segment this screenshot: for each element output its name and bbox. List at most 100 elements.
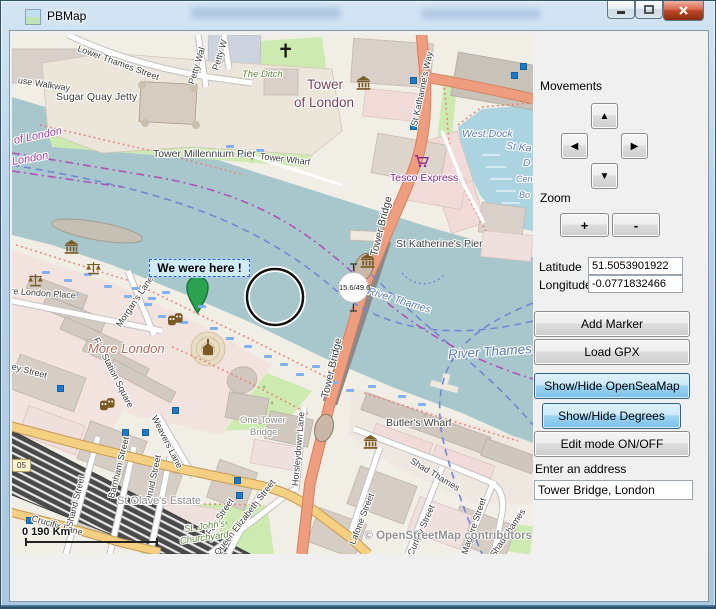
map-label: Tower Bridge [368,195,394,257]
map-label: Shand Street [64,475,86,528]
zoom-in-button[interactable]: + [560,213,609,237]
map-label: St Olave's Estate [117,495,201,507]
scale-text: 0 190 Km [22,526,70,538]
move-left-button[interactable]: ◀ [561,133,588,159]
map-label: One Tower [240,415,286,426]
seamap-dash [158,315,166,318]
map-label: Butler's Wharf [386,417,452,429]
seamap-dash [398,395,406,398]
map-label: St Katherine's Pier [396,238,483,250]
map-label: Curlew Street [405,503,436,554]
seamap-dash [312,365,320,368]
map-label: Tower Bridge [319,337,344,399]
close-button[interactable] [663,1,704,21]
map-label: Morgan's Lane [114,274,155,329]
seamap-dash [104,285,112,288]
titlebar-glass-blur [191,7,341,19]
maximize-button[interactable] [635,1,663,19]
seamap-dash [418,403,426,406]
map-label: River Thames [366,285,432,316]
move-right-button[interactable]: ▶ [621,133,648,159]
map-label: Barnham Street [106,436,131,500]
map-label: Tower Wharf [259,151,310,167]
seamark-icon [172,407,179,414]
map-label: Shad Thames [408,456,461,493]
marker-popup[interactable]: We were here ! [149,259,250,277]
seamark-icon [520,63,527,70]
map-label: Maguire Street [459,497,488,554]
close-icon [678,5,689,16]
seamark-icon [57,385,64,392]
map-label: Tesco Express [390,172,458,184]
latitude-input[interactable] [588,257,683,275]
seamap-dash [144,303,152,306]
app-icon [25,9,41,25]
map-label: River Thames [447,341,532,362]
map-label: More London [88,341,165,356]
titlebar-glass-blur [421,9,541,19]
map-label: Tower Millennium Pier [153,148,256,160]
toggle-openseamap-button[interactable]: Show/Hide OpenSeaMap [534,373,690,399]
address-label: Enter an address [535,462,626,476]
map-label: of London [294,95,354,110]
seamap-dash [148,297,156,300]
seamap-dash [296,373,304,376]
seamap-dash [64,279,72,282]
app-window: PBMap [0,0,716,609]
map-label: Bo [519,190,530,200]
masks-icon [100,397,116,413]
osm-attribution[interactable]: © OpenStreetMap contributors [360,530,532,542]
seamap-dash [162,291,170,294]
cross-icon [278,43,294,59]
seamap-dash [280,363,288,366]
map-label: Petty Wal [186,46,207,85]
map-label: St Katharine's Way [409,51,435,127]
map-label: Petty W [210,38,229,71]
move-down-button[interactable]: ▼ [591,163,618,189]
map-label: More London Place [12,285,76,300]
seamap-dash [198,305,206,308]
zoom-label: Zoom [540,191,571,205]
seamap-dash [264,355,272,358]
seamark-icon [142,429,149,436]
seamark-icon [234,477,241,484]
map-label: Horsleydown Lane [290,411,306,486]
latitude-label: Latitude [539,260,582,274]
seamap-dash [226,337,234,340]
seamark-icon [511,72,518,79]
map-label: West Dock [462,128,513,140]
map-label: D [523,157,531,169]
seamark-icon [410,77,417,84]
seamap-dash [346,389,354,392]
load-gpx-button[interactable]: Load GPX [534,339,690,365]
client-area: Puse WalkwayLower Thames StreetPetty Wal… [9,30,709,602]
bridge-clearance-badge: 15.6/49.6 [338,272,369,303]
edit-mode-button[interactable]: Edit mode ON/OFF [534,431,690,457]
maximize-icon [644,5,654,14]
road-ref-shield: 05 [12,459,31,472]
map-label: Sugar Quay Jetty [56,91,137,103]
address-input[interactable] [534,480,693,500]
map-label: Tower [307,77,343,92]
longitude-input[interactable] [588,275,683,293]
add-marker-button[interactable]: Add Marker [534,311,690,337]
map-label: The Ditch [242,69,283,80]
zoom-out-button[interactable]: - [612,213,660,237]
masks-icon [168,312,184,328]
movements-label: Movements [540,79,602,93]
toggle-degrees-button[interactable]: Show/Hide Degrees [542,403,681,429]
map-canvas[interactable]: Puse WalkwayLower Thames StreetPetty Wal… [12,35,533,554]
map-label: Bridge [250,427,277,438]
museum-icon [356,75,372,91]
minimize-button[interactable] [607,1,635,19]
scale-bar [25,541,158,543]
map-label: Tooley Street [12,357,48,380]
map-label-layer: Puse WalkwayLower Thames StreetPetty Wal… [12,35,533,554]
longitude-label: Longitude [539,278,592,292]
map-label: Lower Thames Street [76,43,160,82]
map-label: of London [13,125,63,147]
map-label: London [12,150,49,168]
move-up-button[interactable]: ▲ [591,103,618,129]
window-title: PBMap [47,9,86,23]
seamark-icon [122,429,129,436]
